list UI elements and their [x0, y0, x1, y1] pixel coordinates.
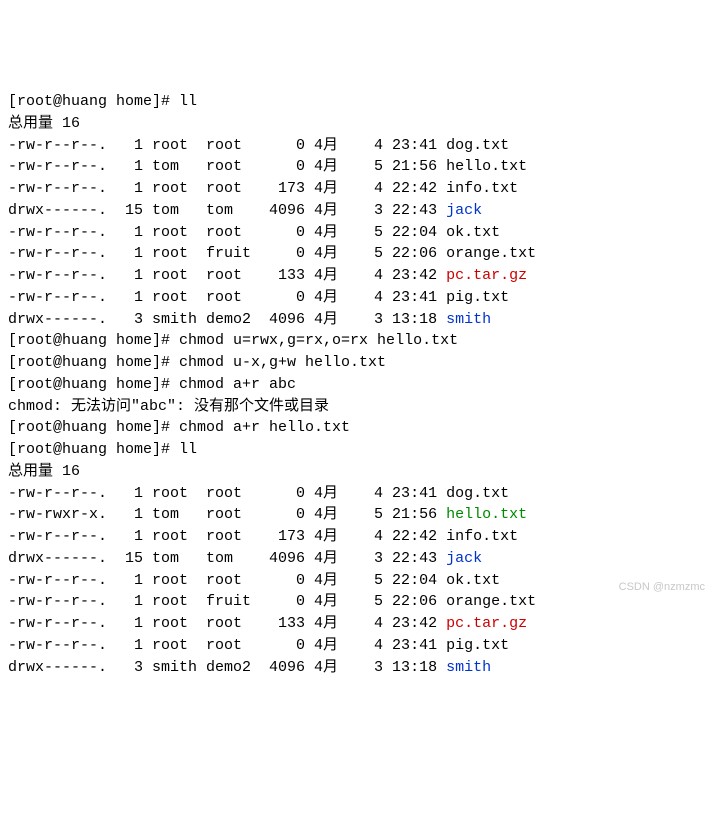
file-name: pc.tar.gz: [446, 615, 527, 632]
file-name: ok.txt: [446, 224, 500, 241]
file-name: smith: [446, 311, 491, 328]
prompt-line[interactable]: [root@huang home]# ll: [8, 439, 705, 461]
prompt-line[interactable]: [root@huang home]# ll: [8, 91, 705, 113]
file-name: jack: [446, 550, 482, 567]
file-entry: drwx------. 3 smith demo2 4096 4月 3 13:1…: [8, 309, 705, 331]
file-entry: -rw-r--r--. 1 root fruit 0 4月 5 22:06 or…: [8, 243, 705, 265]
file-name: hello.txt: [446, 158, 527, 175]
file-entry: -rw-r--r--. 1 root root 0 4月 4 23:41 pig…: [8, 635, 705, 657]
file-name: dog.txt: [446, 137, 509, 154]
file-name: hello.txt: [446, 506, 527, 523]
file-name: orange.txt: [446, 245, 536, 262]
file-entry: -rw-r--r--. 1 tom root 0 4月 5 21:56 hell…: [8, 156, 705, 178]
watermark: CSDN @nzmzmc: [619, 580, 705, 596]
file-entry: -rw-r--r--. 1 root root 0 4月 4 23:41 pig…: [8, 287, 705, 309]
prompt-line[interactable]: [root@huang home]# chmod a+r hello.txt: [8, 417, 705, 439]
total-line: 总用量 16: [8, 113, 705, 135]
file-entry: -rw-r--r--. 1 root root 0 4月 4 23:41 dog…: [8, 483, 705, 505]
prompt-line[interactable]: [root@huang home]# chmod u-x,g+w hello.t…: [8, 352, 705, 374]
prompt-line[interactable]: [root@huang home]# chmod a+r abc: [8, 374, 705, 396]
file-entry: drwx------. 3 smith demo2 4096 4月 3 13:1…: [8, 657, 705, 679]
terminal-output: [root@huang home]# ll总用量 16-rw-r--r--. 1…: [8, 91, 705, 678]
file-entry: -rw-r--r--. 1 root fruit 0 4月 5 22:06 or…: [8, 591, 705, 613]
file-name: pig.txt: [446, 289, 509, 306]
file-name: pc.tar.gz: [446, 267, 527, 284]
file-entry: -rw-r--r--. 1 root root 0 4月 5 22:04 ok.…: [8, 222, 705, 244]
file-entry: -rw-r--r--. 1 root root 133 4月 4 23:42 p…: [8, 265, 705, 287]
file-name: ok.txt: [446, 572, 500, 589]
file-name: jack: [446, 202, 482, 219]
file-entry: drwx------. 15 tom tom 4096 4月 3 22:43 j…: [8, 200, 705, 222]
file-name: info.txt: [446, 528, 518, 545]
file-name: dog.txt: [446, 485, 509, 502]
file-name: info.txt: [446, 180, 518, 197]
file-entry: -rw-r--r--. 1 root root 133 4月 4 23:42 p…: [8, 613, 705, 635]
file-entry: -rw-r--r--. 1 root root 0 4月 4 23:41 dog…: [8, 135, 705, 157]
total-line: 总用量 16: [8, 461, 705, 483]
file-entry: -rw-r--r--. 1 root root 0 4月 5 22:04 ok.…: [8, 570, 705, 592]
file-entry: -rw-r--r--. 1 root root 173 4月 4 22:42 i…: [8, 526, 705, 548]
file-entry: -rw-r--r--. 1 root root 173 4月 4 22:42 i…: [8, 178, 705, 200]
file-entry: drwx------. 15 tom tom 4096 4月 3 22:43 j…: [8, 548, 705, 570]
prompt-line[interactable]: [root@huang home]# chmod u=rwx,g=rx,o=rx…: [8, 330, 705, 352]
file-name: smith: [446, 659, 491, 676]
error-line: chmod: 无法访问"abc": 没有那个文件或目录: [8, 396, 705, 418]
file-name: orange.txt: [446, 593, 536, 610]
file-entry: -rw-rwxr-x. 1 tom root 0 4月 5 21:56 hell…: [8, 504, 705, 526]
file-name: pig.txt: [446, 637, 509, 654]
